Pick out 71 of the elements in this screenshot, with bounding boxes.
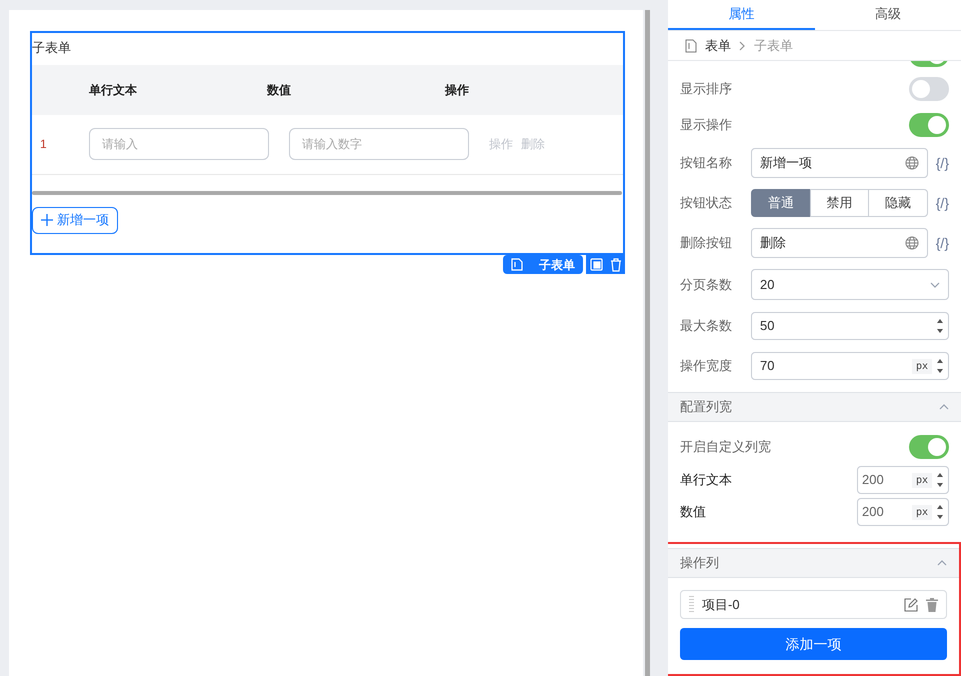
horizontal-scrollbar[interactable]	[32, 190, 622, 194]
section-header[interactable]: 操作列	[668, 548, 959, 578]
plus-icon	[41, 214, 53, 226]
field-label: 显示操作	[680, 116, 733, 134]
add-row-button[interactable]: 新增一项	[32, 206, 118, 234]
expression-button[interactable]: {/}	[936, 152, 949, 174]
number-field[interactable]: 50	[751, 312, 949, 340]
add-item-button[interactable]: 添加一项	[680, 628, 947, 660]
selected-component[interactable]: 子表单 单行文本 数值 操作 1 请输入 请输入数字 操作 删除 新增一项	[30, 31, 625, 255]
trash-icon[interactable]	[610, 258, 622, 272]
field-value: 20	[760, 276, 774, 294]
field-value: 新增一项	[760, 154, 812, 172]
text-field[interactable]: 删除	[751, 228, 928, 258]
number-input[interactable]: 请输入数字	[289, 128, 469, 160]
toggle-switch[interactable]	[909, 435, 949, 459]
field-value: 70	[760, 357, 774, 376]
field-label: 显示排序	[680, 80, 733, 98]
globe-icon	[904, 156, 919, 170]
unit-label: px	[912, 358, 932, 374]
field-label: 删除按钮	[680, 234, 733, 252]
row-index: 1	[39, 136, 48, 153]
copy-icon[interactable]	[590, 258, 602, 271]
column-label: 单行文本	[680, 471, 732, 490]
edit-icon[interactable]	[904, 598, 918, 612]
list-item[interactable]: 项目-0	[680, 590, 947, 619]
field-label: 分页条数	[680, 276, 733, 294]
unit-label: px	[912, 472, 932, 488]
breadcrumb-item[interactable]: 表单	[705, 36, 731, 56]
field-label: 开启自定义列宽	[680, 438, 771, 456]
document-icon	[511, 258, 523, 271]
trash-icon[interactable]	[926, 598, 938, 612]
chevron-icon[interactable]	[939, 404, 949, 410]
component-tag[interactable]: 子表单	[503, 255, 583, 274]
column-header: 数值	[267, 82, 292, 98]
column-header: 操作	[445, 82, 470, 98]
field-value: 200	[862, 503, 884, 522]
form-title: 子表单	[32, 39, 71, 57]
text-input[interactable]: 请输入	[89, 128, 269, 160]
vertical-scrollbar[interactable]	[645, 10, 650, 676]
section-title: 配置列宽	[680, 398, 732, 416]
select-field[interactable]: 20	[751, 269, 949, 300]
field-label: 按钮名称	[680, 154, 733, 172]
field-label: 操作宽度	[680, 357, 733, 376]
chevron-right-icon	[739, 40, 746, 50]
drag-handle-icon[interactable]	[689, 596, 694, 613]
number-field[interactable]: 70 px	[751, 352, 949, 380]
number-field[interactable]: 200 px	[857, 466, 949, 494]
toggle-switch[interactable]	[909, 77, 949, 101]
segment-option[interactable]: 普通	[751, 189, 811, 217]
field-value: 200	[862, 471, 884, 490]
globe-icon	[904, 236, 919, 250]
text-field[interactable]: 新增一项	[751, 148, 928, 178]
number-field[interactable]: 200 px	[857, 498, 949, 526]
section-title: 操作列	[680, 554, 719, 572]
segment-option[interactable]: 禁用	[810, 189, 870, 217]
expression-button[interactable]: {/}	[936, 232, 949, 254]
field-label: 最大条数	[680, 317, 733, 336]
field-label: 按钮状态	[680, 194, 733, 212]
segment-option[interactable]: 隐藏	[868, 189, 928, 217]
toggle-switch[interactable]	[909, 113, 949, 137]
column-label: 数值	[680, 503, 706, 522]
document-icon	[685, 38, 697, 52]
field-value: 删除	[760, 234, 786, 252]
column-header: 单行文本	[89, 82, 138, 98]
field-value: 50	[760, 317, 774, 336]
panel-tab[interactable]: 高级	[814, 0, 961, 30]
expression-button[interactable]: {/}	[936, 192, 949, 214]
chevron-icon[interactable]	[930, 282, 940, 288]
unit-label: px	[912, 504, 932, 520]
section-header[interactable]: 配置列宽	[668, 392, 961, 422]
chevron-icon[interactable]	[937, 560, 947, 566]
